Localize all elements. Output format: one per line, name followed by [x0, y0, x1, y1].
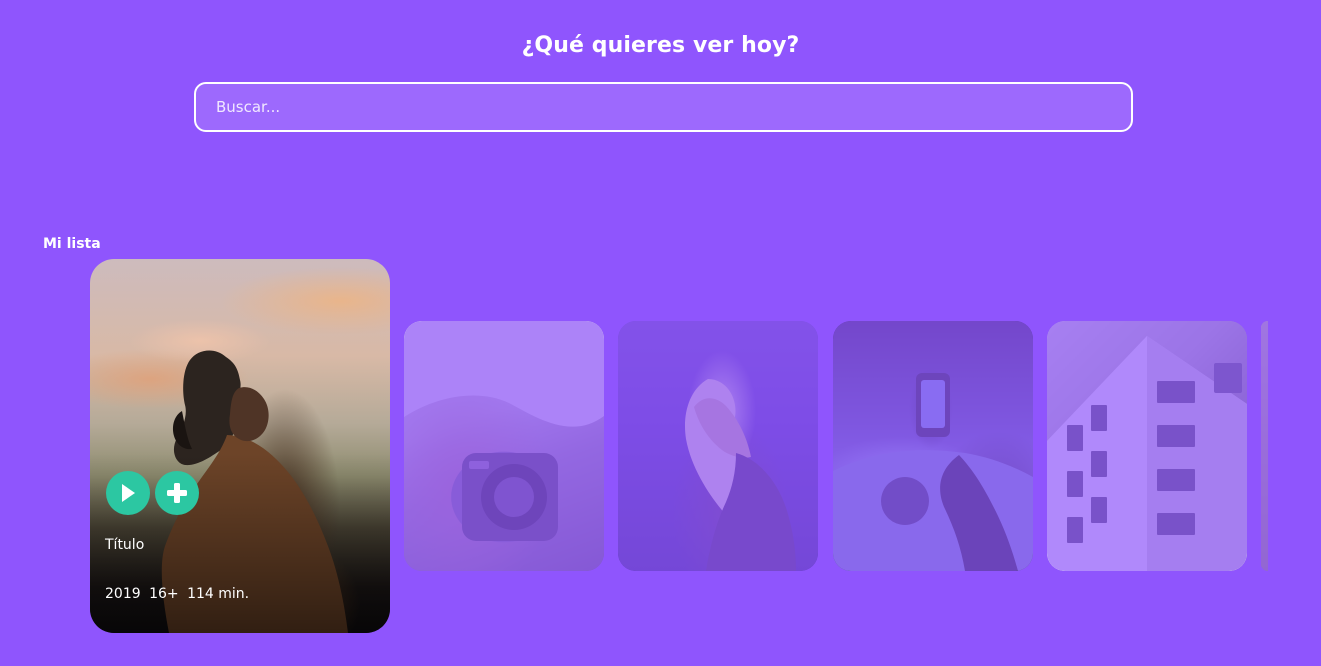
card-overlay: [1047, 321, 1247, 571]
card-overlay: [1261, 321, 1268, 571]
card-overlay: [618, 321, 818, 571]
card-overlay: [833, 321, 1033, 571]
release-year: 2019: [105, 586, 141, 602]
content-carousel[interactable]: Título 2019 16+ 114 min.: [90, 259, 1268, 639]
add-to-list-button[interactable]: [155, 471, 199, 515]
carousel-card-building[interactable]: [1047, 321, 1247, 571]
search-input[interactable]: [196, 84, 1131, 130]
card-title: Título: [105, 537, 145, 553]
page-title: ¿Qué quieres ver hoy?: [521, 33, 800, 58]
age-rating: 16+: [149, 586, 179, 602]
duration: 114 min.: [187, 586, 250, 602]
carousel-card-portrait[interactable]: [618, 321, 818, 571]
carousel-card-partial[interactable]: [1261, 321, 1268, 571]
section-title: Mi lista: [43, 236, 101, 252]
play-button[interactable]: [106, 471, 150, 515]
carousel-card-camera[interactable]: [404, 321, 604, 571]
featured-card[interactable]: Título 2019 16+ 114 min.: [90, 259, 390, 633]
search-box[interactable]: [194, 82, 1133, 132]
carousel-card-phone-photo[interactable]: [833, 321, 1033, 571]
plus-icon: [167, 483, 187, 503]
card-meta: 2019 16+ 114 min.: [105, 586, 249, 602]
card-overlay: [404, 321, 604, 571]
play-icon: [122, 484, 135, 502]
